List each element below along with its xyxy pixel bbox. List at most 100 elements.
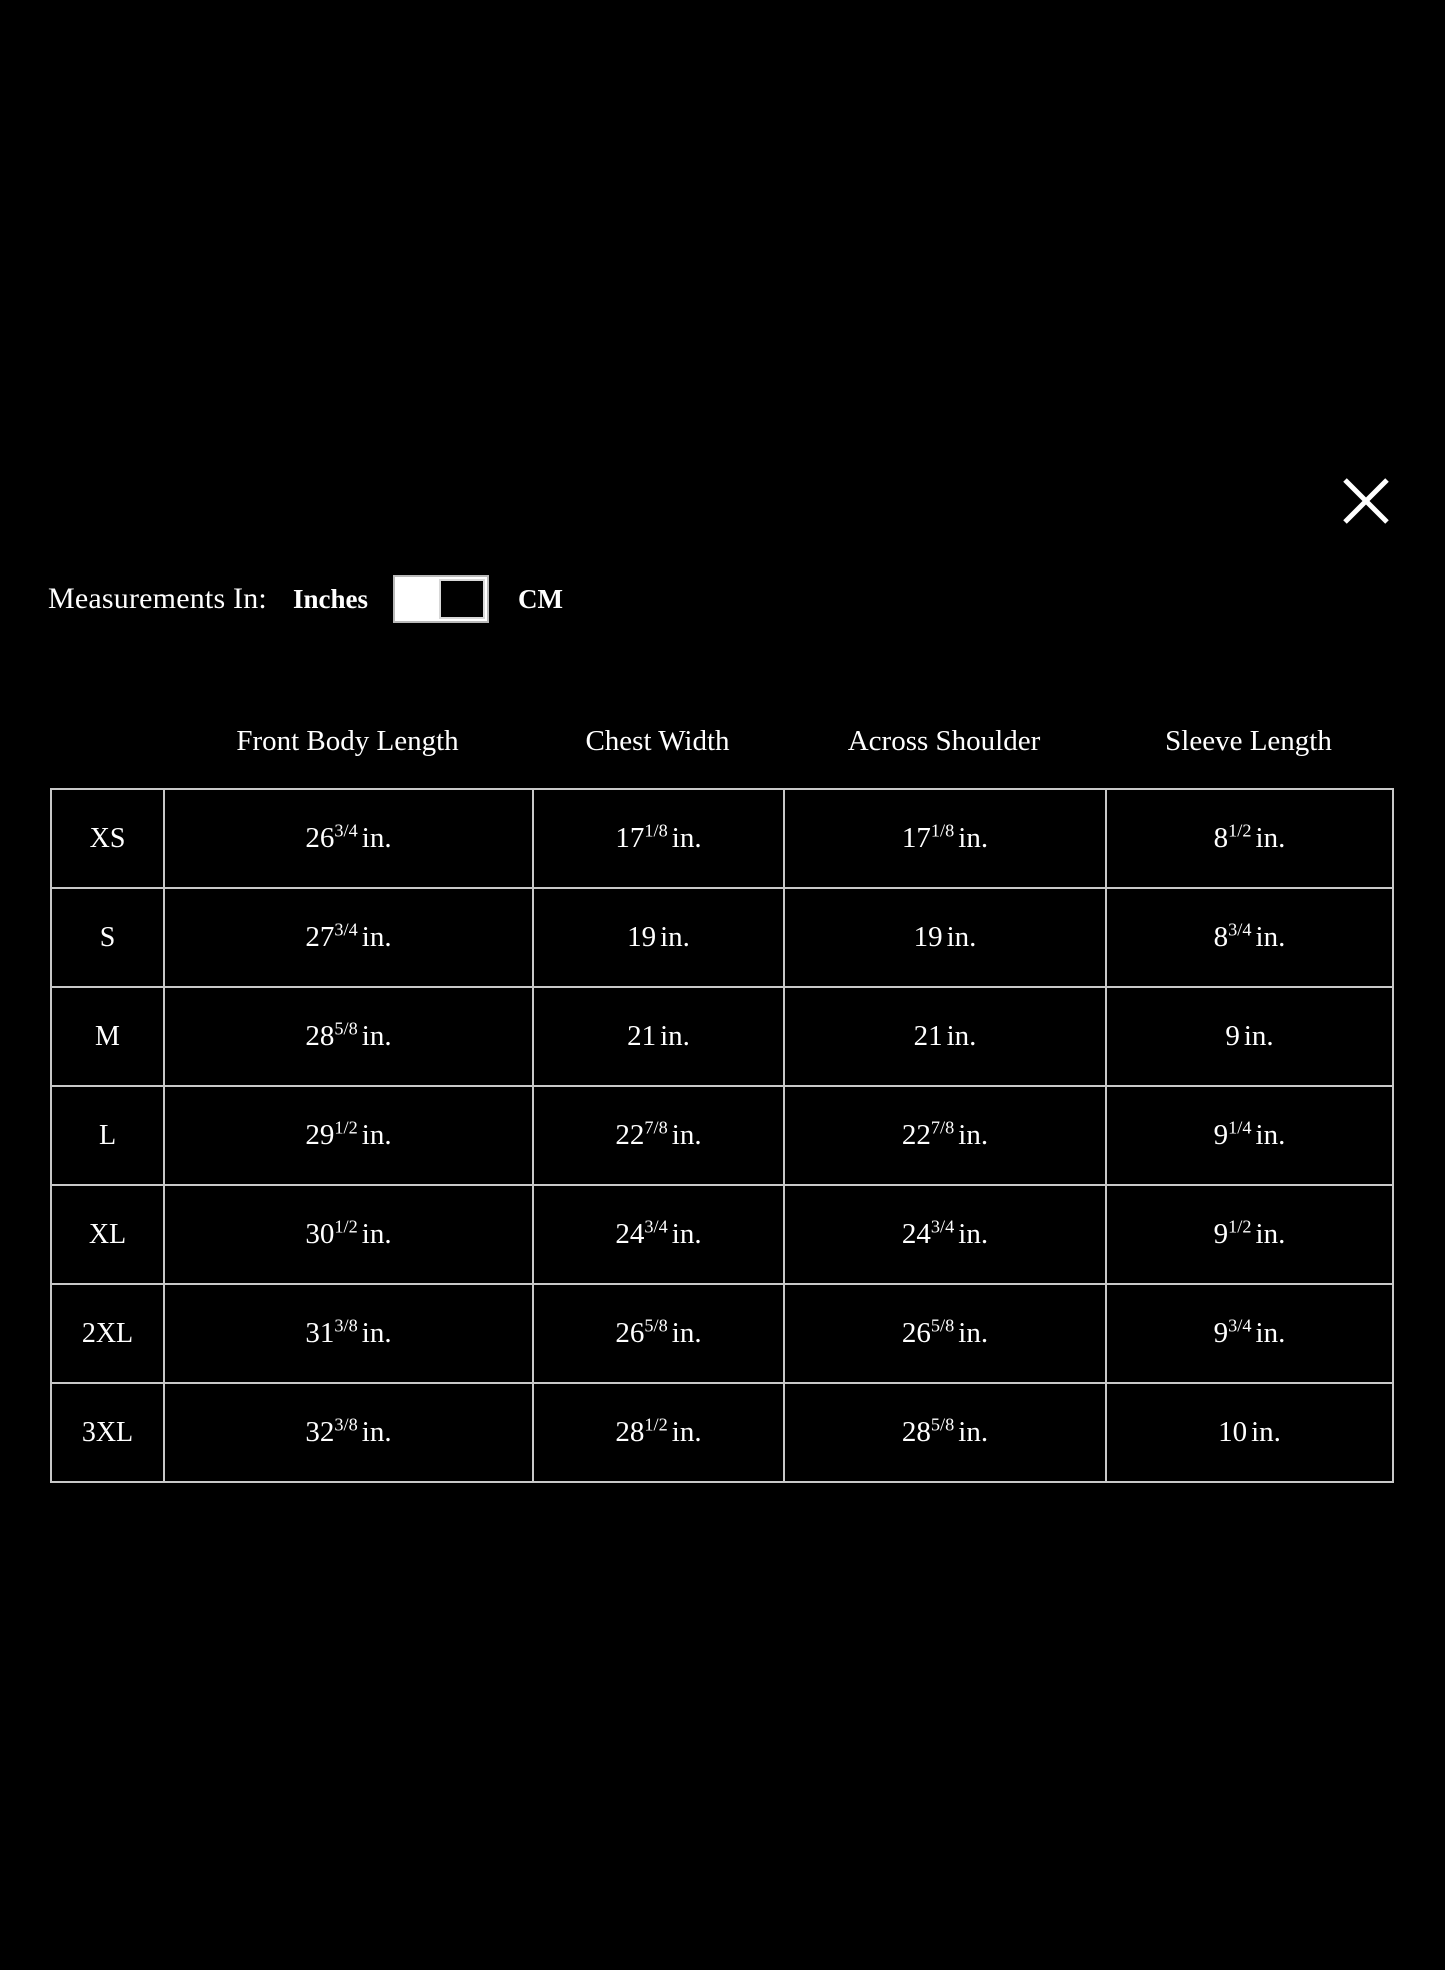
measurement-fraction: 7/8 xyxy=(930,1117,955,1138)
measurement-whole: 9 xyxy=(1213,1317,1229,1349)
unit-toggle-switch[interactable] xyxy=(393,575,489,623)
measurement-unit: in. xyxy=(671,1416,702,1448)
measurement-whole: 30 xyxy=(305,1218,335,1250)
measurement-unit: in. xyxy=(958,1218,989,1250)
measurement-value: 291/2 in. xyxy=(305,1117,392,1151)
measurement-value: 227/8 in. xyxy=(615,1118,702,1151)
measurement-whole: 8 xyxy=(1213,921,1229,953)
measurement-value: 285/8 in. xyxy=(902,1414,989,1448)
table-row: XL 301/2 in. 243/4 in. 243/4 in. 91/2 in. xyxy=(50,1184,1394,1285)
measurement-fraction: 5/8 xyxy=(930,1414,955,1435)
measurement-whole: 26 xyxy=(901,1317,931,1349)
measurement-value: 243/4 in. xyxy=(902,1217,989,1250)
measurement-whole: 17 xyxy=(901,822,931,854)
measurement-whole: 9 xyxy=(1213,1119,1229,1151)
measurement-fraction: 5/8 xyxy=(644,1315,668,1336)
measurement-value: 19 in. xyxy=(627,921,690,953)
table-column-headers: Front Body Length Chest Width Across Sho… xyxy=(50,718,1392,778)
measurement-unit: in. xyxy=(671,822,702,854)
measurement-value: 10 in. xyxy=(1218,1416,1281,1448)
measurement-whole: 22 xyxy=(615,1119,645,1151)
size-label-cell: S xyxy=(50,887,165,988)
measurement-whole: 28 xyxy=(615,1416,645,1448)
measurement-fraction: 1/2 xyxy=(334,1117,358,1138)
table-row: 2XL 313/8 in. 265/8 in. 265/8 in. 93/4 in. xyxy=(50,1283,1394,1384)
measurement-value: 265/8 in. xyxy=(615,1315,702,1349)
measurement-cell: 265/8 in. xyxy=(783,1283,1107,1384)
measurement-unit: in. xyxy=(946,1020,977,1052)
measurement-value: 281/2 in. xyxy=(615,1415,702,1448)
unit-option-inches[interactable]: Inches xyxy=(293,584,368,615)
size-label-cell: 3XL xyxy=(50,1382,165,1483)
measurement-fraction: 1/2 xyxy=(334,1216,358,1237)
measurement-unit: in. xyxy=(958,822,989,854)
measurement-whole: 22 xyxy=(901,1119,931,1151)
measurement-value: 81/2 in. xyxy=(1214,821,1286,854)
measurement-value: 21 in. xyxy=(914,1020,977,1052)
measurement-cell: 285/8 in. xyxy=(163,986,534,1087)
measurement-whole: 10 xyxy=(1218,1416,1248,1448)
measurement-fraction: 3/4 xyxy=(334,820,358,841)
measurement-cell: 83/4 in. xyxy=(1105,887,1394,988)
measurement-cell: 19 in. xyxy=(532,887,785,988)
measurement-cell: 91/4 in. xyxy=(1105,1085,1394,1186)
size-label-cell: XL xyxy=(50,1184,165,1285)
measurement-unit: in. xyxy=(671,1119,702,1151)
measurement-whole: 9 xyxy=(1225,1020,1240,1052)
table-row: 3XL 323/8 in. 281/2 in. 285/8 in. 10 in. xyxy=(50,1382,1394,1483)
unit-option-cm[interactable]: CM xyxy=(518,584,563,615)
measurement-cell: 313/8 in. xyxy=(163,1283,534,1384)
measurement-unit: in. xyxy=(671,1218,702,1250)
measurement-whole: 9 xyxy=(1213,1218,1229,1250)
measurement-fraction: 3/8 xyxy=(334,1315,358,1336)
measurement-whole: 24 xyxy=(615,1218,645,1250)
measurement-unit: in. xyxy=(361,1119,392,1151)
measurement-cell: 281/2 in. xyxy=(532,1382,785,1483)
measurement-cell: 227/8 in. xyxy=(532,1085,785,1186)
measurement-value: 301/2 in. xyxy=(305,1216,392,1250)
measurement-cell: 291/2 in. xyxy=(163,1085,534,1186)
size-label-cell: 2XL xyxy=(50,1283,165,1384)
measurement-whole: 21 xyxy=(627,1020,657,1052)
measurement-unit: in. xyxy=(361,822,392,854)
size-label-cell: XS xyxy=(50,788,165,889)
measurement-unit: in. xyxy=(1255,921,1286,953)
measurement-cell: 301/2 in. xyxy=(163,1184,534,1285)
measurement-value: 323/8 in. xyxy=(305,1415,392,1448)
measurement-whole: 17 xyxy=(615,822,645,854)
measurement-unit: in. xyxy=(671,1317,702,1349)
measurement-value: 93/4 in. xyxy=(1213,1316,1286,1349)
measurement-fraction: 1/2 xyxy=(1228,1216,1252,1237)
measurement-value: 91/4 in. xyxy=(1213,1118,1286,1151)
measurement-cell: 21 in. xyxy=(532,986,785,1087)
measurement-unit: in. xyxy=(1255,1119,1286,1151)
measurement-units-row: Measurements In: Inches CM xyxy=(48,572,563,626)
measurement-cell: 81/2 in. xyxy=(1105,788,1394,889)
measurement-unit: in. xyxy=(361,1416,392,1448)
measurement-unit: in. xyxy=(1255,1218,1286,1250)
measurement-whole: 21 xyxy=(913,1020,943,1052)
measurement-value: 9 in. xyxy=(1225,1020,1273,1052)
measurement-cell: 273/4 in. xyxy=(163,887,534,988)
measurement-cell: 243/4 in. xyxy=(783,1184,1107,1285)
measurement-value: 265/8 in. xyxy=(901,1316,988,1349)
measurement-fraction: 3/4 xyxy=(334,919,358,940)
measurement-cell: 285/8 in. xyxy=(783,1382,1107,1483)
measurement-cell: 93/4 in. xyxy=(1105,1283,1394,1384)
measurement-unit: in. xyxy=(361,921,392,953)
measurement-unit: in. xyxy=(361,1218,392,1250)
close-button[interactable] xyxy=(1333,468,1399,534)
measurement-value: 19 in. xyxy=(914,921,977,953)
measurement-unit: in. xyxy=(958,1416,989,1448)
measurement-cell: 171/8 in. xyxy=(532,788,785,889)
measurement-unit: in. xyxy=(1251,1416,1281,1448)
measurement-cell: 265/8 in. xyxy=(532,1283,785,1384)
measurement-cell: 263/4 in. xyxy=(163,788,534,889)
table-row: XS 263/4 in. 171/8 in. 171/8 in. 81/2 in. xyxy=(50,788,1394,889)
measurement-unit: in. xyxy=(361,1317,392,1349)
size-label-cell: M xyxy=(50,986,165,1087)
measurement-cell: 21 in. xyxy=(783,986,1107,1087)
measurement-cell: 171/8 in. xyxy=(783,788,1107,889)
measurement-unit: in. xyxy=(958,1119,989,1151)
column-header-sleeve-length: Sleeve Length xyxy=(1165,725,1332,757)
